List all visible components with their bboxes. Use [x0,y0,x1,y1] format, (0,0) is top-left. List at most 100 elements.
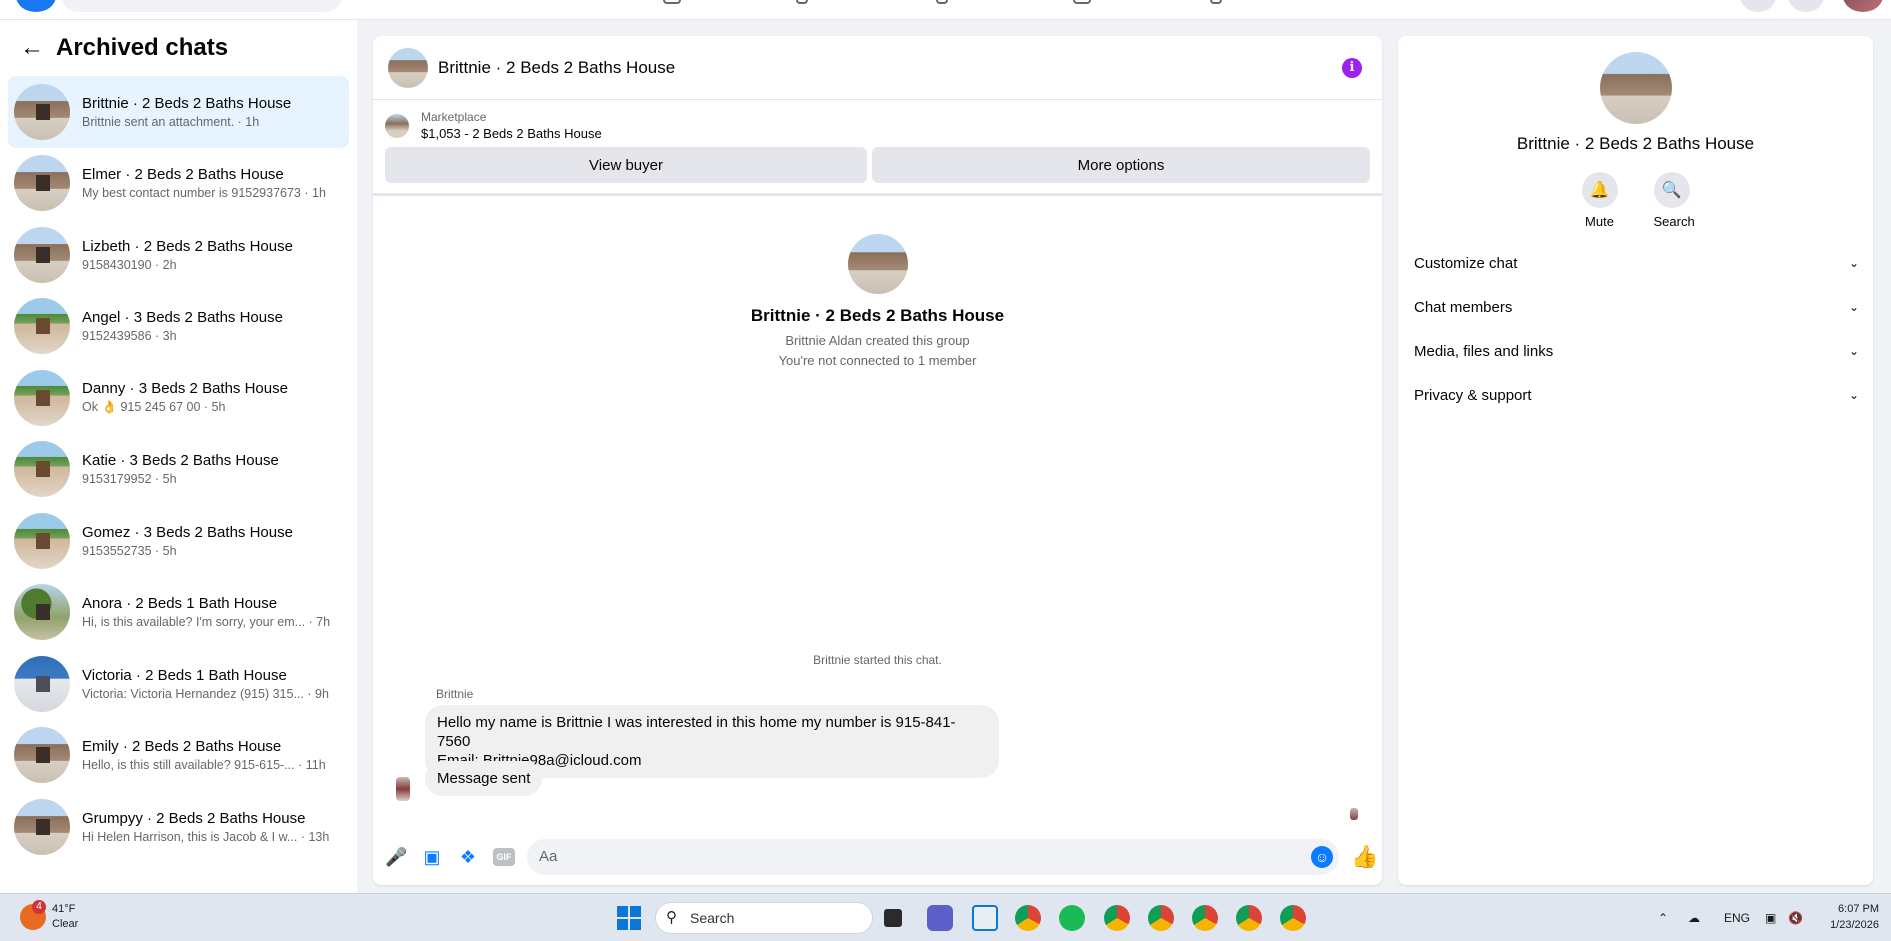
thumbs-up-icon[interactable]: 👍 [1351,844,1378,870]
chrome-icon[interactable] [1015,905,1041,931]
message-line: Hello my name is Brittnie I was interest… [437,714,956,750]
spotify-icon[interactable] [1059,905,1085,931]
chrome-profile-icon[interactable] [1148,905,1174,931]
section-media-files-links[interactable]: Media, files and links ⌄ [1398,329,1873,373]
gif-icon[interactable]: GIF [493,848,515,866]
chat-preview: Brittnie sent an attachment. · 1h [82,114,260,129]
chat-preview: Ok 👌 915 245 67 00 · 5h [82,400,226,415]
gaming-icon[interactable] [1210,0,1222,4]
chat-item-emily[interactable]: Emily · 2 Beds 2 Baths House Hello, is th… [8,720,349,792]
search-button[interactable]: 🔍 Search [1653,172,1695,229]
section-customize-chat[interactable]: Customize chat ⌄ [1398,241,1873,285]
chevron-down-icon: ⌄ [1848,344,1859,358]
conversation-panel: Brittnie · 2 Beds 2 Baths House i Market… [373,36,1382,885]
info-name: Brittnie · 2 Beds 2 Baths House [1516,134,1755,153]
teams-icon[interactable] [927,905,953,931]
chat-item-lizbeth[interactable]: Lizbeth · 2 Beds 2 Baths House 9158430190… [8,219,349,291]
section-chat-members[interactable]: Chat members ⌄ [1398,285,1873,329]
clock[interactable]: 6:07 PM 1/23/2026 [1830,901,1879,933]
view-buyer-button[interactable]: View buyer [385,147,867,183]
search-icon: ⚲ [666,909,677,926]
chat-info-panel: Brittnie · 2 Beds 2 Baths House 🔔 Mute 🔍… [1398,36,1873,885]
chat-preview: 9158430190 · 2h [82,257,177,272]
task-view-icon[interactable] [884,909,902,927]
facebook-logo[interactable] [16,0,56,12]
top-search-input[interactable] [62,0,342,12]
chat-avatar [14,369,70,426]
chat-item-katie[interactable]: Katie · 3 Beds 2 Baths House 9153179952 ·… [8,434,349,506]
listing-actions: View buyer More options [373,147,1382,196]
windows-taskbar: 4 41°F Clear ⚲ Search ⌃ ☁ ENG ▣ 🔇 6:07 P… [0,893,1891,941]
conversation-title[interactable]: Brittnie · 2 Beds 2 Baths House [438,58,675,78]
taskbar-search[interactable]: ⚲ Search [655,902,873,934]
sender-avatar[interactable] [396,777,410,801]
video-icon[interactable] [796,0,808,4]
emoji-icon[interactable]: ☺ [1311,846,1333,868]
display-icon[interactable]: ▣ [1765,911,1776,925]
volume-muted-icon[interactable]: 🔇 [1788,911,1803,925]
chat-name: Lizbeth · 2 Beds 2 Baths House [82,237,293,255]
microphone-icon[interactable]: 🎤 [385,846,407,868]
chat-name: Victoria · 2 Beds 1 Bath House [82,666,287,684]
chat-avatar [14,441,70,498]
language-indicator[interactable]: ENG [1724,911,1750,925]
section-privacy-support[interactable]: Privacy & support ⌄ [1398,373,1873,417]
chrome-profile-icon[interactable] [1104,905,1130,931]
message-bubble[interactable]: Message sent [425,761,543,796]
chat-preview: 9152439586 · 3h [82,329,177,344]
sticker-icon[interactable]: ❖ [457,846,479,868]
windows-start-icon[interactable] [617,906,641,930]
sidebar-title: Archived chats [56,34,229,61]
chat-name: Anora · 2 Beds 1 Bath House [82,595,278,613]
more-options-button[interactable]: More options [872,147,1370,183]
chat-avatar [14,584,70,641]
home-icon[interactable] [663,0,681,4]
chat-preview: Hi Helen Harrison, this is Jacob & I w..… [82,829,330,844]
chat-preview: Victoria: Victoria Hernandez (915) 315..… [82,686,329,701]
chat-avatar [14,155,70,212]
chat-name: Emily · 2 Beds 2 Baths House [82,738,282,756]
chat-item-angel[interactable]: Angel · 3 Beds 2 Baths House 9152439586 ·… [8,291,349,363]
info-icon[interactable]: i [1342,58,1362,78]
snipping-tool-icon[interactable] [972,905,998,931]
weather-temperature: 41°F [52,903,76,915]
seen-indicator-avatar [1350,808,1358,820]
section-label: Media, files and links [1414,342,1554,360]
notifications-icon[interactable] [1788,0,1824,12]
chat-item-gomez[interactable]: Gomez · 3 Beds 2 Baths House 9153552735 ·… [8,505,349,577]
chat-preview: My best contact number is 9152937673 · 1… [82,186,326,201]
intro-connection-text: You're not connected to 1 member [778,353,977,368]
chat-name: Brittnie · 2 Beds 2 Baths House [82,94,292,112]
marketplace-icon[interactable] [936,0,948,4]
chat-item-grumpyy[interactable]: Grumpyy · 2 Beds 2 Baths House Hi Helen H… [8,791,349,863]
chat-avatar [14,655,70,712]
chevron-up-icon[interactable]: ⌃ [1658,911,1668,925]
chat-item-anora[interactable]: Anora · 2 Beds 1 Bath House Hi, is this a… [8,577,349,649]
chat-item-danny[interactable]: Danny · 3 Beds 2 Baths House Ok 👌 915 245… [8,362,349,434]
back-arrow-icon[interactable]: ← [20,34,56,62]
intro-name: Brittnie · 2 Beds 2 Baths House [750,306,1005,325]
info-avatar[interactable] [1599,52,1672,124]
chat-item-brittnie[interactable]: Brittnie · 2 Beds 2 Baths House Brittnie … [8,76,349,148]
groups-icon[interactable] [1073,0,1091,4]
search-icon: 🔍 [1653,172,1690,208]
photo-icon[interactable]: ▣ [421,846,443,868]
chat-item-victoria[interactable]: Victoria · 2 Beds 1 Bath House Victoria: … [8,648,349,720]
mute-label: Mute [1585,214,1614,229]
chrome-profile-icon[interactable] [1236,905,1262,931]
chat-item-elmer[interactable]: Elmer · 2 Beds 2 Baths House My best cont… [8,148,349,220]
search-label: Search [1653,214,1695,229]
marketplace-listing[interactable]: Marketplace $1,053 - 2 Beds 2 Baths Hous… [373,100,1382,147]
chrome-profile-icon[interactable] [1192,905,1218,931]
message-input[interactable]: Aa ☺ [527,839,1339,875]
message-sender-name: Brittnie [436,687,474,701]
chat-avatar [14,727,70,784]
mute-button[interactable]: 🔔 Mute [1581,172,1618,229]
cloud-off-icon[interactable]: ☁ [1688,911,1700,925]
chrome-profile-icon[interactable] [1280,905,1306,931]
info-actions: 🔔 Mute 🔍 Search [1398,172,1873,229]
conversation-avatar[interactable] [388,47,428,88]
menu-icon[interactable] [1740,0,1776,12]
account-avatar[interactable] [1843,0,1883,12]
clock-time: 6:07 PM [1838,903,1879,915]
